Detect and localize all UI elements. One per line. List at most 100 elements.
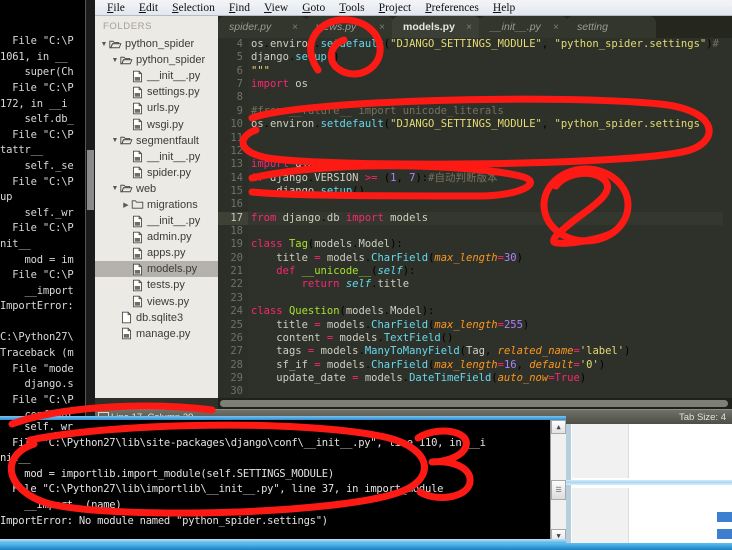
sidebar-item-migrations[interactable]: ▶ migrations bbox=[95, 197, 218, 213]
background-console-line: Traceback (m bbox=[0, 347, 74, 360]
background-console-line: __import bbox=[0, 284, 74, 297]
chevron-down-icon[interactable]: ▼ bbox=[110, 57, 120, 64]
sidebar-item-urls-py[interactable]: urls.py bbox=[95, 100, 218, 116]
console-scroll-up-arrow[interactable]: ▲ bbox=[551, 420, 566, 434]
sidebar-item--init-py[interactable]: __init__.py bbox=[95, 149, 218, 165]
code-line-17[interactable]: from django.db import models bbox=[248, 211, 732, 226]
code-line-22[interactable]: return self.title bbox=[248, 278, 732, 291]
code-line-12[interactable] bbox=[248, 145, 732, 158]
editor-tab--init-py[interactable]: __init__.py × bbox=[479, 16, 568, 38]
status-tab-size[interactable]: Tab Size: 4 bbox=[679, 412, 726, 423]
background-console-scrollbar-thumb[interactable] bbox=[87, 150, 94, 210]
chevron-down-icon[interactable]: ▼ bbox=[110, 137, 120, 144]
code-line-23[interactable] bbox=[248, 292, 732, 305]
sidebar-item-settings-py[interactable]: settings.py bbox=[95, 84, 218, 100]
console-scrollbar[interactable]: ▲ ☰ ▼ bbox=[550, 420, 566, 543]
console-window[interactable]: self._wr File "C:\Python27\lib\site-pack… bbox=[0, 416, 566, 543]
sidebar-item-segmentfault[interactable]: ▼ segmentfault bbox=[95, 133, 218, 149]
editor-tab-bar[interactable]: spider.py × views.py × models.py × __init__.py… bbox=[218, 16, 732, 38]
sidebar-item-apps-py[interactable]: apps.py bbox=[95, 245, 218, 261]
menu-item-edit[interactable]: Edit bbox=[132, 2, 165, 14]
chevron-down-icon[interactable]: ▼ bbox=[110, 185, 120, 192]
sidebar-item-tests-py[interactable]: tests.py bbox=[95, 277, 218, 293]
editor-horizontal-scrollbar[interactable] bbox=[218, 398, 732, 409]
background-window-splitter bbox=[566, 480, 732, 485]
sidebar-item-views-py[interactable]: views.py bbox=[95, 294, 218, 310]
code-line-29[interactable]: update_date = models.DateTimeField(auto_… bbox=[248, 372, 732, 385]
menu-item-preferences[interactable]: Preferences bbox=[418, 2, 486, 14]
background-window-highlight-1 bbox=[717, 512, 732, 522]
menu-item-goto[interactable]: Goto bbox=[295, 2, 332, 14]
menu-bar[interactable]: File Edit Selection Find View Goto Tools Projec… bbox=[95, 0, 732, 16]
taskbar[interactable] bbox=[0, 543, 732, 550]
code-line-21[interactable]: def __unicode__(self): bbox=[248, 265, 732, 278]
folder-open-icon bbox=[120, 134, 133, 147]
code-line-25[interactable]: title = models.CharField(max_length=255) bbox=[248, 319, 732, 332]
code-line-18[interactable] bbox=[248, 225, 732, 238]
sidebar-item-db-sqlite3[interactable]: db.sqlite3 bbox=[95, 310, 218, 326]
editor-horizontal-scrollbar-thumb[interactable] bbox=[220, 400, 728, 407]
background-window[interactable] bbox=[566, 416, 732, 546]
editor-code-area[interactable]: os.environ.setdefault("DJANGO_SETTINGS_M… bbox=[248, 38, 732, 398]
code-line-20[interactable]: title = models.CharField(max_length=30) bbox=[248, 252, 732, 265]
sidebar-item-admin-py[interactable]: admin.py bbox=[95, 229, 218, 245]
code-line-11[interactable] bbox=[248, 132, 732, 145]
line-number-9: 9 bbox=[236, 104, 243, 117]
sidebar-item-web[interactable]: ▼ web bbox=[95, 181, 218, 197]
folder-closed-icon bbox=[131, 198, 144, 211]
sidebar-item-label: manage.py bbox=[136, 327, 191, 340]
code-line-5[interactable]: django.setup() bbox=[248, 51, 732, 64]
console-scrollbar-thumb[interactable]: ☰ bbox=[551, 480, 566, 500]
background-console-scrollbar[interactable] bbox=[85, 0, 95, 420]
code-line-13[interactable]: import django bbox=[248, 158, 732, 171]
sidebar-item--init-py[interactable]: __init__.py bbox=[95, 213, 218, 229]
editor-tab-label: __init__.py bbox=[490, 21, 541, 33]
sidebar-item-python-spider[interactable]: ▼ python_spider bbox=[95, 36, 218, 52]
desktop-background: File "C:\P 1061, in __ super(Ch File "C:\… bbox=[0, 0, 732, 550]
code-line-8[interactable] bbox=[248, 91, 732, 104]
sidebar-item--init-py[interactable]: __init__.py bbox=[95, 68, 218, 84]
code-line-9[interactable]: #from __future__ import unicode_literals bbox=[248, 105, 732, 118]
code-line-4[interactable]: os.environ.setdefault("DJANGO_SETTINGS_M… bbox=[248, 38, 732, 51]
menu-item-selection[interactable]: Selection bbox=[165, 2, 222, 14]
background-window-highlight-2 bbox=[717, 529, 732, 539]
sublime-text-window[interactable]: FOLDERS ▼ python_spider ▼ python_spider __i… bbox=[95, 16, 732, 424]
code-line-28[interactable]: sf_if = models.CharField(max_length=16, … bbox=[248, 359, 732, 372]
code-line-7[interactable]: import os bbox=[248, 78, 732, 91]
sidebar-item-label: models.py bbox=[147, 263, 198, 276]
file-icon bbox=[131, 118, 144, 131]
menu-item-view[interactable]: View bbox=[257, 2, 295, 14]
menu-item-file[interactable]: File bbox=[100, 2, 132, 14]
sidebar-item-python-spider[interactable]: ▼ python_spider bbox=[95, 52, 218, 68]
editor-tab-setting[interactable]: setting bbox=[566, 16, 656, 38]
code-line-27[interactable]: tags = models.ManyToManyField(Tag, relat… bbox=[248, 345, 732, 358]
code-line-30[interactable] bbox=[248, 385, 732, 398]
chevron-down-icon[interactable]: ▼ bbox=[99, 41, 109, 48]
menu-item-help[interactable]: Help bbox=[486, 2, 522, 14]
sidebar-item-label: db.sqlite3 bbox=[136, 311, 184, 324]
menu-item-project[interactable]: Project bbox=[372, 2, 419, 14]
chevron-right-icon[interactable]: ▶ bbox=[121, 201, 131, 209]
sidebar-item-models-py[interactable]: models.py bbox=[95, 261, 218, 278]
editor-tab-spider-py[interactable]: spider.py × bbox=[218, 16, 307, 38]
line-number-13: 13 bbox=[230, 158, 243, 171]
code-line-26[interactable]: content = models.TextField() bbox=[248, 332, 732, 345]
sidebar-tree-items[interactable]: ▼ python_spider ▼ python_spider __init__.py… bbox=[95, 36, 218, 342]
sidebar-item-spider-py[interactable]: spider.py bbox=[95, 165, 218, 181]
sidebar-item-wsgi-py[interactable]: wsgi.py bbox=[95, 116, 218, 132]
sidebar-item-manage-py[interactable]: manage.py bbox=[95, 326, 218, 342]
code-line-24[interactable]: class Question(models.Model): bbox=[248, 305, 732, 318]
file-icon bbox=[131, 231, 144, 244]
editor-tab-views-py[interactable]: views.py × bbox=[305, 16, 394, 38]
code-line-15[interactable]: django.setup() bbox=[248, 185, 732, 198]
sidebar-file-tree[interactable]: FOLDERS ▼ python_spider ▼ python_spider __i… bbox=[95, 16, 218, 398]
menu-item-tools[interactable]: Tools bbox=[332, 2, 371, 14]
menu-item-find[interactable]: Find bbox=[222, 2, 257, 14]
background-console-window[interactable]: File "C:\P 1061, in __ super(Ch File "C:\… bbox=[0, 0, 95, 423]
code-line-14[interactable]: if django.VERSION >= (1, 7):#自动判断版本 bbox=[248, 172, 732, 185]
code-line-19[interactable]: class Tag(models.Model): bbox=[248, 238, 732, 251]
editor-tab-models-py[interactable]: models.py × bbox=[392, 16, 481, 38]
code-line-10[interactable]: os.environ.setdefault("DJANGO_SETTINGS_M… bbox=[248, 118, 732, 131]
code-line-16[interactable] bbox=[248, 198, 732, 211]
code-line-6[interactable]: """ bbox=[248, 65, 732, 78]
